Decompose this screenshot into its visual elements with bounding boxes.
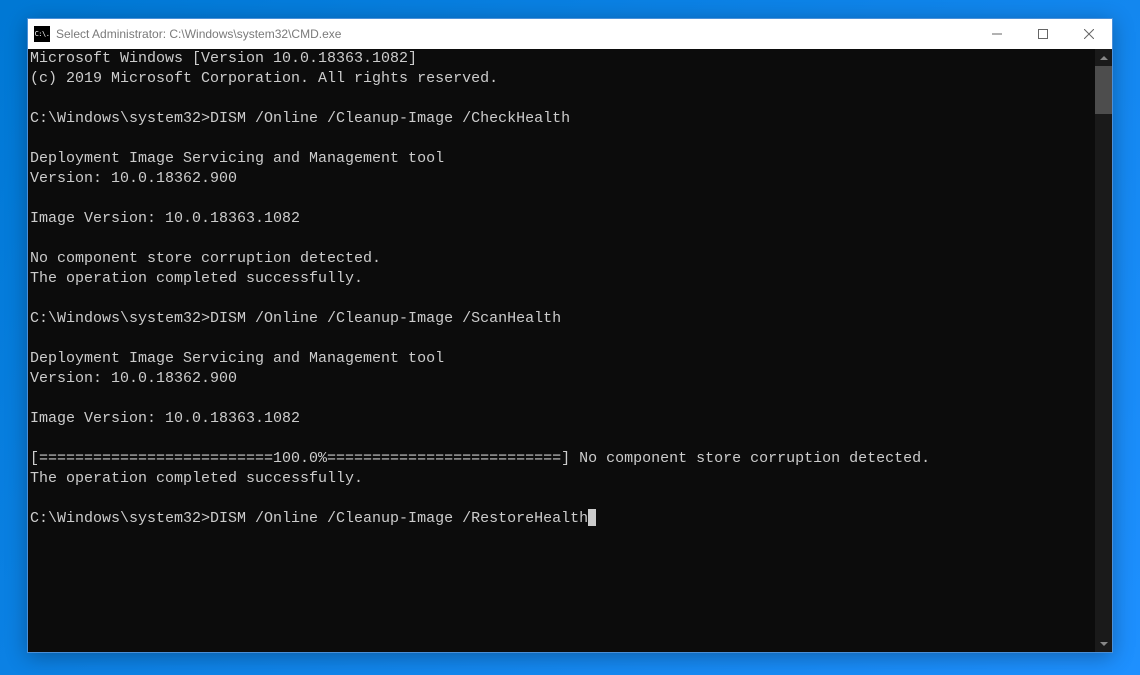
- terminal-line: [30, 389, 1093, 409]
- minimize-button[interactable]: [974, 19, 1020, 49]
- terminal-line: [==========================100.0%=======…: [30, 449, 1093, 469]
- terminal-line: Deployment Image Servicing and Managemen…: [30, 349, 1093, 369]
- terminal-cursor: [588, 509, 596, 526]
- terminal-line: [30, 429, 1093, 449]
- terminal-line: [30, 129, 1093, 149]
- terminal-line: Microsoft Windows [Version 10.0.18363.10…: [30, 49, 1093, 69]
- cmd-window: C:\. Select Administrator: C:\Windows\sy…: [27, 18, 1113, 653]
- terminal-area: Microsoft Windows [Version 10.0.18363.10…: [28, 49, 1112, 652]
- terminal-line: [30, 489, 1093, 509]
- terminal-line: [30, 189, 1093, 209]
- terminal-line: Version: 10.0.18362.900: [30, 369, 1093, 389]
- titlebar[interactable]: C:\. Select Administrator: C:\Windows\sy…: [28, 19, 1112, 49]
- terminal-line: The operation completed successfully.: [30, 269, 1093, 289]
- cmd-icon: C:\.: [34, 26, 50, 42]
- terminal-line: C:\Windows\system32>DISM /Online /Cleanu…: [30, 309, 1093, 329]
- terminal-line: Deployment Image Servicing and Managemen…: [30, 149, 1093, 169]
- terminal-line: Image Version: 10.0.18363.1082: [30, 409, 1093, 429]
- terminal-line: No component store corruption detected.: [30, 249, 1093, 269]
- scroll-up-button[interactable]: [1095, 49, 1112, 66]
- maximize-button[interactable]: [1020, 19, 1066, 49]
- terminal-line: The operation completed successfully.: [30, 469, 1093, 489]
- scroll-down-button[interactable]: [1095, 635, 1112, 652]
- terminal-prompt-text: C:\Windows\system32>DISM /Online /Cleanu…: [30, 510, 588, 527]
- close-button[interactable]: [1066, 19, 1112, 49]
- terminal-line: C:\Windows\system32>DISM /Online /Cleanu…: [30, 109, 1093, 129]
- terminal-line: [30, 229, 1093, 249]
- window-controls: [974, 19, 1112, 49]
- terminal-line: Version: 10.0.18362.900: [30, 169, 1093, 189]
- terminal-line: [30, 89, 1093, 109]
- terminal[interactable]: Microsoft Windows [Version 10.0.18363.10…: [28, 49, 1095, 652]
- window-title: Select Administrator: C:\Windows\system3…: [56, 27, 974, 41]
- scrollbar-thumb[interactable]: [1095, 66, 1112, 114]
- terminal-line: [30, 329, 1093, 349]
- terminal-prompt-line: C:\Windows\system32>DISM /Online /Cleanu…: [30, 509, 1093, 529]
- terminal-line: [30, 289, 1093, 309]
- terminal-line: Image Version: 10.0.18363.1082: [30, 209, 1093, 229]
- scrollbar[interactable]: [1095, 49, 1112, 652]
- terminal-line: (c) 2019 Microsoft Corporation. All righ…: [30, 69, 1093, 89]
